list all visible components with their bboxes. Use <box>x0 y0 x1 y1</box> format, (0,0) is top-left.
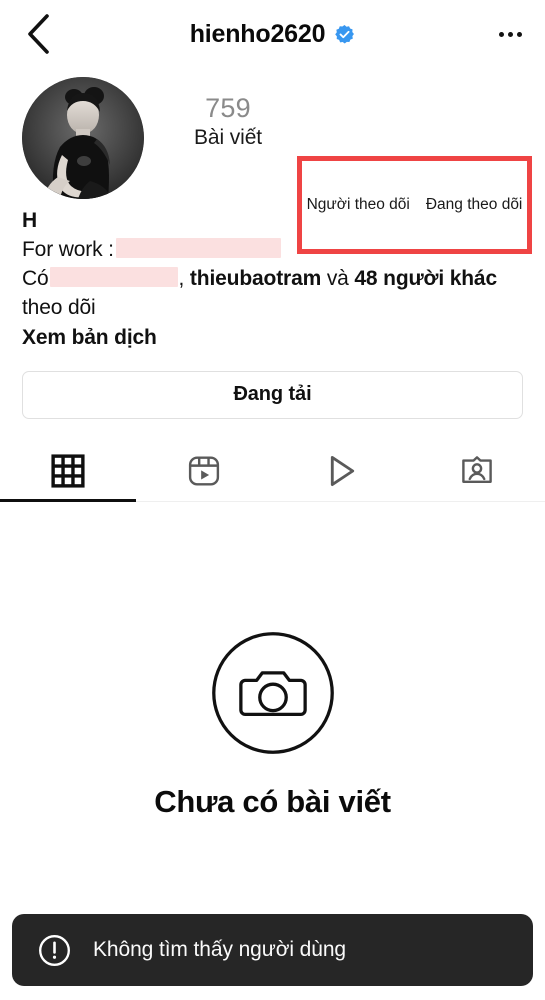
followed-by-suffix: theo dõi <box>22 295 96 319</box>
stat-followers[interactable]: Người theo dõi <box>307 196 410 215</box>
loading-action-button[interactable]: Đang tải <box>22 370 523 419</box>
redacted-text <box>115 238 281 259</box>
more-options-icon <box>498 31 504 37</box>
profile-actions: Đang tải <box>0 353 545 419</box>
followed-by-line: Có, thieubaotram và 48 người khác theo d… <box>22 265 523 323</box>
followed-by-prefix: Có <box>22 266 49 290</box>
profile-stats: 759 Bài viết <box>144 77 545 150</box>
tab-reels[interactable] <box>136 441 272 501</box>
profile-photo <box>22 77 144 199</box>
tab-grid[interactable] <box>0 441 137 502</box>
avatar[interactable] <box>22 77 144 199</box>
tab-igtv[interactable] <box>273 441 409 501</box>
error-toast: Không tìm thấy người dùng <box>12 914 533 986</box>
see-translation-link[interactable]: Xem bản dịch <box>22 324 523 353</box>
exclamation-circle-icon <box>39 934 70 966</box>
header-title: hienho2620 <box>0 19 545 48</box>
followed-by-username[interactable]: thieubaotram <box>190 267 321 290</box>
empty-posts-state: Chưa có bài viết <box>0 630 545 820</box>
profile-tabs <box>0 441 545 502</box>
followers-label: Người theo dõi <box>306 195 410 213</box>
followed-by-separator: , <box>178 266 185 290</box>
stat-following[interactable]: Đang theo dõi <box>426 196 523 215</box>
redacted-username <box>49 267 178 288</box>
tagged-person-icon <box>462 456 492 483</box>
more-options-button[interactable] <box>487 12 533 56</box>
toast-message: Không tìm thấy người dùng <box>93 938 346 961</box>
followed-by-conjunction: và <box>326 266 349 290</box>
reels-icon <box>189 456 220 486</box>
bio-work-label: For work : <box>22 237 114 261</box>
empty-state-title: Chưa có bài viết <box>154 783 391 819</box>
play-icon <box>330 455 354 486</box>
verified-badge-icon <box>335 24 355 44</box>
tab-tagged[interactable] <box>409 441 545 501</box>
more-options-icon <box>516 31 522 37</box>
camera-circle-icon <box>211 631 334 754</box>
profile-summary: 759 Bài viết Người theo dõi Đang theo dõ… <box>0 68 545 254</box>
posts-count: 759 <box>205 93 251 123</box>
followed-by-others[interactable]: 48 người khác <box>354 267 497 290</box>
posts-label: Bài viết <box>193 125 263 149</box>
profile-username: hienho2620 <box>189 19 326 48</box>
app-header: hienho2620 <box>0 0 545 68</box>
following-label: Đang theo dõi <box>425 195 523 213</box>
followers-annotation-box: Người theo dõi Đang theo dõi <box>297 156 532 254</box>
stat-posts[interactable]: 759 Bài viết <box>144 93 312 150</box>
more-options-icon <box>507 31 513 37</box>
grid-icon <box>51 454 85 488</box>
chevron-left-icon <box>28 14 49 54</box>
back-button[interactable] <box>14 10 62 58</box>
